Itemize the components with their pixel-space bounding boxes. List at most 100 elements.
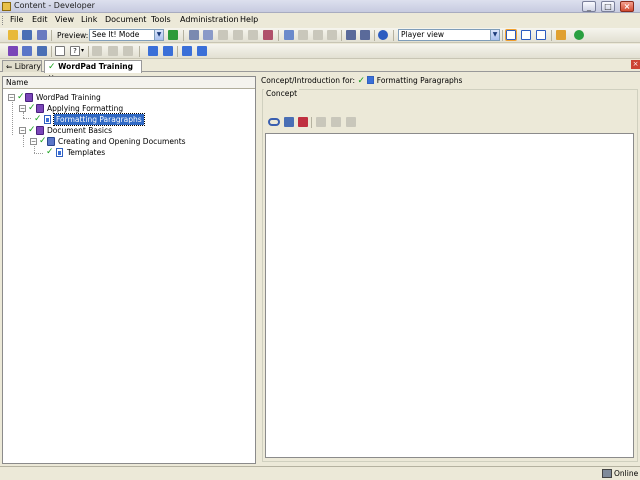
record-icon[interactable] — [92, 46, 102, 56]
document-tabs: ⇐ Library ✓ WordPad Training ✕ × — [0, 59, 640, 82]
collapse-toggle-icon[interactable]: − — [19, 105, 26, 112]
chevron-down-icon[interactable]: ▼ — [490, 30, 499, 40]
layout-single-icon[interactable] — [505, 29, 517, 41]
undo-move-icon[interactable] — [197, 46, 207, 56]
menu-view[interactable]: View — [55, 15, 74, 24]
menu-tools[interactable]: Tools — [151, 15, 171, 24]
collapse-icon[interactable] — [327, 30, 337, 40]
window-title: Content - Developer — [14, 1, 95, 10]
paste-icon[interactable] — [218, 30, 228, 40]
concept-header-prefix: Concept/Introduction for: — [261, 76, 356, 85]
layout-horizontal-icon[interactable] — [521, 30, 531, 40]
tab-wordpad-training[interactable]: ✓ WordPad Training ✕ — [44, 60, 142, 82]
toolbar-separator — [393, 30, 394, 41]
menu-document[interactable]: Document — [105, 15, 146, 24]
new-section-icon[interactable] — [22, 46, 32, 56]
toolbar-separator — [183, 30, 184, 41]
document-icon[interactable] — [55, 46, 65, 56]
copy-icon[interactable] — [203, 30, 213, 40]
concept-header-item: Formatting Paragraphs — [376, 76, 463, 85]
preview-label: Preview: — [57, 31, 89, 40]
collapse-toggle-icon[interactable]: − — [30, 138, 37, 145]
delete-icon[interactable] — [233, 30, 243, 40]
concept-content-area[interactable] — [265, 133, 634, 458]
publish-icon[interactable] — [37, 30, 47, 40]
tab-wordpad-training-label: WordPad Training — [58, 62, 133, 71]
toolbar-separator — [278, 30, 279, 41]
toolbar-separator — [51, 46, 52, 57]
panel-splitter[interactable] — [256, 76, 261, 466]
toolbar-separator — [311, 117, 312, 128]
collapse-toggle-icon[interactable]: − — [8, 94, 15, 101]
open-folder-icon[interactable] — [8, 30, 18, 40]
menu-help[interactable]: Help — [240, 15, 258, 24]
edit-icon[interactable] — [316, 117, 326, 127]
link-icon[interactable] — [263, 30, 273, 40]
expand-icon[interactable] — [313, 30, 323, 40]
redo-icon[interactable] — [298, 30, 308, 40]
check-icon: ✓ — [17, 92, 25, 102]
view-select[interactable]: Player view ▼ — [398, 29, 500, 41]
topic-page-icon — [56, 148, 63, 157]
help-icon[interactable] — [378, 30, 388, 40]
status-bar: Online — [0, 466, 640, 480]
preview-mode-select[interactable]: See It! Mode ▼ — [89, 29, 164, 41]
menu-grip — [2, 16, 4, 25]
preview-icon[interactable] — [346, 117, 356, 127]
minimize-button[interactable]: _ — [582, 1, 596, 12]
check-icon: ✓ — [34, 114, 42, 124]
promote-icon[interactable] — [148, 46, 158, 56]
menu-administration[interactable]: Administration — [180, 15, 239, 24]
find-icon[interactable] — [346, 30, 356, 40]
close-document-icon[interactable]: × — [631, 60, 640, 69]
menu-link[interactable]: Link — [81, 15, 97, 24]
collapse-toggle-icon[interactable]: − — [19, 127, 26, 134]
chevron-down-icon[interactable]: ▾ — [81, 47, 84, 54]
tab-library[interactable]: ⇐ Library — [2, 60, 42, 72]
undo-icon[interactable] — [284, 30, 294, 40]
cut-icon[interactable] — [189, 30, 199, 40]
name-column-header[interactable]: Name — [3, 77, 255, 89]
connection-status: Online — [614, 469, 639, 478]
insert-package-icon[interactable] — [284, 117, 294, 127]
chevron-down-icon[interactable]: ▼ — [154, 30, 163, 40]
link-icon[interactable] — [268, 118, 280, 126]
refresh-icon[interactable] — [574, 30, 584, 40]
toolbar-separator — [502, 30, 503, 41]
main-toolbar: Preview: See It! Mode ▼ Player view ▼ — [0, 28, 640, 43]
options-icon[interactable] — [556, 30, 566, 40]
check-icon: ✓ — [357, 76, 365, 86]
maximize-button[interactable]: □ — [601, 1, 615, 12]
spellcheck-icon[interactable] — [360, 30, 370, 40]
new-module-icon[interactable] — [8, 46, 18, 56]
topic-page-icon — [367, 76, 375, 84]
concept-header: Concept/Introduction for: ✓ Formatting P… — [261, 74, 638, 88]
secondary-toolbar: ? ▾ — [0, 44, 640, 59]
layout-vertical-icon[interactable] — [536, 30, 546, 40]
menu-edit[interactable]: Edit — [32, 15, 48, 24]
tree-item-label: Templates — [67, 148, 106, 157]
new-topic-icon[interactable] — [37, 46, 47, 56]
preview-mode-value: See It! Mode — [92, 30, 140, 39]
go-icon[interactable] — [168, 30, 178, 40]
tree-connector — [34, 153, 43, 154]
toolbar-separator — [177, 46, 178, 57]
save-icon[interactable] — [22, 30, 32, 40]
toolbar-separator — [139, 46, 140, 57]
properties-icon[interactable] — [248, 30, 258, 40]
tree-connector — [34, 146, 35, 153]
help-topic-icon[interactable]: ? — [70, 46, 80, 56]
menu-file[interactable]: File — [10, 15, 23, 24]
remove-link-icon[interactable] — [298, 117, 308, 127]
title-bar: Content - Developer _ □ × — [0, 0, 640, 13]
tree-connector — [12, 102, 13, 135]
move-up-icon[interactable] — [182, 46, 192, 56]
tree-item-label: Document Basics — [47, 126, 113, 135]
move-right-icon[interactable] — [108, 46, 118, 56]
move-down-icon[interactable] — [123, 46, 133, 56]
tree-item-label: WordPad Training — [36, 93, 101, 102]
toolbar-separator — [51, 30, 52, 41]
demote-icon[interactable] — [163, 46, 173, 56]
close-button[interactable]: × — [620, 1, 634, 12]
properties-icon[interactable] — [331, 117, 341, 127]
